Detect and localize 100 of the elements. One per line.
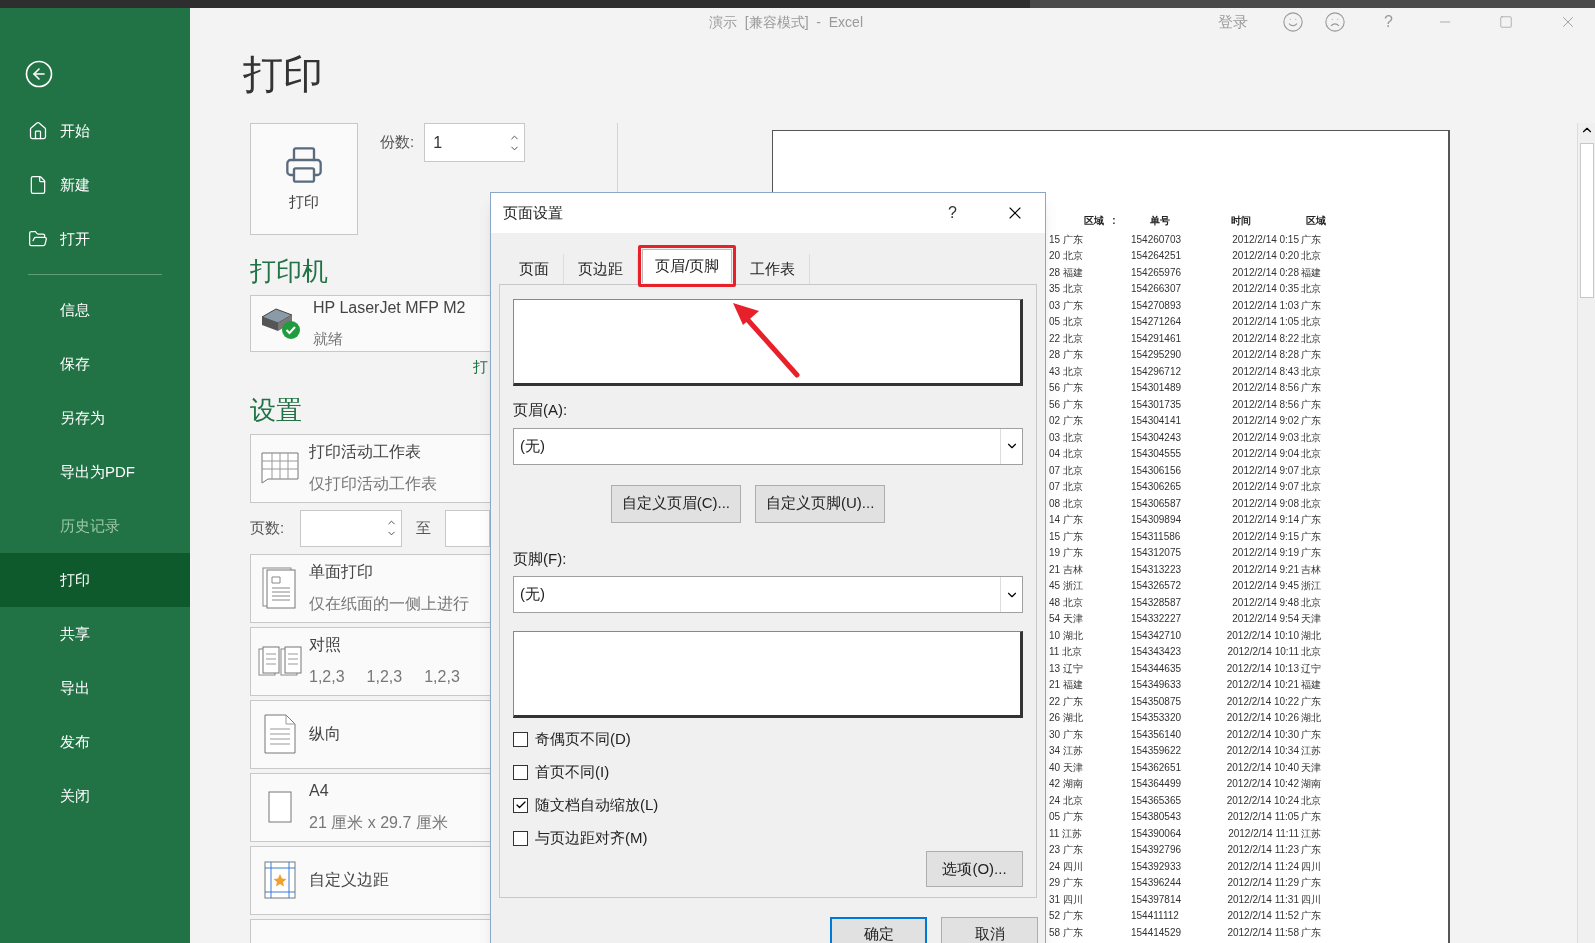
preview-cell-text: 2012/2/14 9:48 bbox=[1231, 595, 1299, 610]
settings-card[interactable]: 自定义边距 bbox=[250, 845, 492, 915]
tab[interactable]: 页眉/页脚 bbox=[642, 249, 733, 283]
checkbox-label: 与页边距对齐(M) bbox=[535, 827, 648, 848]
sidebar-item[interactable]: 开始 bbox=[0, 104, 190, 158]
preview-cell-text: 天津 bbox=[1301, 760, 1321, 775]
preview-cell-text: 02 广东 bbox=[1049, 414, 1084, 429]
preview-cell-text: 56 广东 bbox=[1049, 397, 1084, 412]
preview-cell-text: 广东 bbox=[1301, 232, 1321, 247]
checkbox[interactable] bbox=[513, 797, 528, 813]
preview-cell-text: 广东 bbox=[1301, 348, 1321, 363]
custom-header-button[interactable]: 自定义页眉(C)... bbox=[610, 484, 741, 523]
preview-cell-text: 北京 bbox=[1301, 447, 1321, 462]
preview-cell-text: 广东 bbox=[1301, 694, 1321, 709]
preview-cell-text: 2012/2/14 0:15 bbox=[1231, 232, 1299, 247]
maximize-icon[interactable] bbox=[1499, 15, 1513, 29]
preview-column-header: 区域 bbox=[1305, 213, 1327, 228]
preview-cell-text: 154344635 bbox=[1131, 661, 1183, 676]
preview-cell-text: 北京 bbox=[1301, 249, 1321, 264]
smiley-icon[interactable] bbox=[1282, 11, 1305, 33]
preview-cell-text: 154311586 bbox=[1131, 529, 1182, 544]
copies-spinner[interactable]: 1 bbox=[424, 123, 526, 162]
preview-cell-text: 北京 bbox=[1301, 430, 1321, 445]
sidebar-item[interactable]: 打开 bbox=[0, 212, 190, 266]
preview-cell-text: 2012/2/14 11:52 bbox=[1226, 909, 1299, 924]
preview-cell-text: 54 天津 bbox=[1049, 612, 1084, 627]
preview-cell-text: 154392933 bbox=[1131, 859, 1183, 874]
settings-card[interactable]: 打印活动工作表 仅打印活动工作表 bbox=[250, 433, 492, 503]
sidebar-item[interactable]: 新建 bbox=[0, 158, 190, 212]
settings-card[interactable]: 纵向 bbox=[250, 699, 492, 769]
preview-cell-text: 2012/2/14 1:03 bbox=[1231, 298, 1299, 313]
scrollbar[interactable] bbox=[1577, 123, 1595, 943]
sidebar-item[interactable]: 共享 bbox=[0, 607, 190, 661]
printer-status: 就绪 bbox=[313, 329, 344, 349]
sidebar-item[interactable]: 保存 bbox=[0, 337, 190, 391]
checkbox[interactable] bbox=[513, 764, 528, 780]
sidebar-item[interactable]: 导出 bbox=[0, 661, 190, 715]
sidebar-item[interactable]: 发布 bbox=[0, 715, 190, 769]
preview-cell-text: 北京 bbox=[1301, 282, 1321, 297]
preview-cell-text: 48 北京 bbox=[1049, 595, 1084, 610]
preview-cell-text: 2012/2/14 8:28 bbox=[1231, 348, 1299, 363]
preview-cell-text: 2012/2/14 10:42 bbox=[1225, 777, 1299, 792]
preview-cell-text: 35 北京 bbox=[1049, 282, 1084, 297]
preview-cell-text: 11 江苏 bbox=[1049, 826, 1084, 841]
sidebar-item[interactable]: 另存为 bbox=[0, 391, 190, 445]
preview-cell-text: 154304141 bbox=[1131, 414, 1183, 429]
preview-cell-text: 北京 bbox=[1301, 645, 1321, 660]
sidebar-item[interactable]: 打印 bbox=[0, 553, 190, 607]
margins-icon bbox=[264, 861, 296, 899]
printer-properties-link[interactable]: 打 bbox=[473, 355, 488, 378]
checkbox[interactable] bbox=[513, 830, 528, 846]
preview-cell-text: 28 广东 bbox=[1049, 348, 1084, 363]
sidebar-item[interactable]: 信息 bbox=[0, 283, 190, 337]
print-button[interactable]: 打印 bbox=[250, 123, 358, 235]
cancel-button[interactable]: 取消 bbox=[941, 917, 1038, 943]
paper-size-icon bbox=[268, 791, 292, 823]
ok-button[interactable]: 确定 bbox=[830, 917, 927, 943]
preview-cell-text: 52 广东 bbox=[1049, 909, 1084, 924]
preview-cell-text: 广东 bbox=[1301, 810, 1321, 825]
preview-cell-text: 154380543 bbox=[1131, 810, 1183, 825]
preview-cell-text: 13 辽宁 bbox=[1049, 661, 1084, 676]
sidebar-item[interactable]: 关闭 bbox=[0, 769, 190, 823]
field-label: 页眉(A): bbox=[513, 400, 569, 420]
preview-cell-text: 2012/2/14 8:22 bbox=[1231, 331, 1299, 346]
settings-card[interactable]: 对照 1,2,3 1,2,3 1,2,3 bbox=[250, 626, 492, 696]
settings-card[interactable]: A4 21 厘米 x 29.7 厘米 bbox=[250, 772, 492, 842]
sidebar-item[interactable]: 导出为PDF bbox=[0, 445, 190, 499]
printer-icon bbox=[284, 144, 324, 185]
preview-cell-text: 2012/2/14 10:11 bbox=[1226, 645, 1299, 660]
preview-cell-text: 湖南 bbox=[1301, 777, 1321, 792]
preview-cell-text: 广东 bbox=[1301, 414, 1321, 429]
page-to-field[interactable] bbox=[445, 509, 490, 547]
preview-cell-text: 23 广东 bbox=[1049, 843, 1084, 858]
preview-cell-text: 2012/2/14 9:14 bbox=[1231, 513, 1299, 528]
scroll-thumb[interactable] bbox=[1579, 143, 1594, 298]
preview-cell-text: 北京 bbox=[1301, 480, 1321, 495]
preview-cell-text: 154304243 bbox=[1131, 430, 1183, 445]
preview-cell-text: 29 广东 bbox=[1049, 876, 1084, 891]
section-heading: 打印机 bbox=[250, 255, 328, 287]
dropdown-field[interactable]: (无) bbox=[513, 427, 1023, 465]
preview-cell-text: 154359622 bbox=[1131, 744, 1183, 759]
custom-footer-button[interactable]: 自定义页脚(U)... bbox=[755, 484, 886, 523]
help-button[interactable]: ? bbox=[948, 201, 957, 225]
preview-cell-text: 45 浙江 bbox=[1049, 579, 1084, 594]
preview-cell-text: 10 湖北 bbox=[1049, 628, 1084, 643]
frown-icon[interactable] bbox=[1324, 11, 1347, 33]
preview-cell-text: 2012/2/14 10:13 bbox=[1225, 661, 1299, 676]
preview-cell-text: 28 福建 bbox=[1049, 265, 1084, 280]
page-from-spinner[interactable] bbox=[300, 509, 402, 547]
preview-cell-text: 15 广东 bbox=[1049, 529, 1084, 544]
settings-card[interactable]: 单面打印 仅在纸面的一侧上进行 bbox=[250, 553, 492, 623]
checkbox[interactable] bbox=[513, 731, 528, 747]
checkbox-label: 随文档自动缩放(L) bbox=[535, 794, 659, 815]
printer-card[interactable]: HP LaserJet MFP M2 就绪 bbox=[250, 295, 492, 352]
preview-cell-text: 08 北京 bbox=[1049, 496, 1084, 511]
preview-cell-text: 58 广东 bbox=[1049, 925, 1084, 940]
options-button[interactable]: 选项(O)... bbox=[926, 851, 1023, 887]
dropdown-field[interactable]: (无) bbox=[513, 576, 1023, 613]
preview-cell-text: 2012/2/14 0:20 bbox=[1231, 249, 1299, 264]
window-title: 演示 [兼容模式] - Excel bbox=[709, 12, 863, 32]
